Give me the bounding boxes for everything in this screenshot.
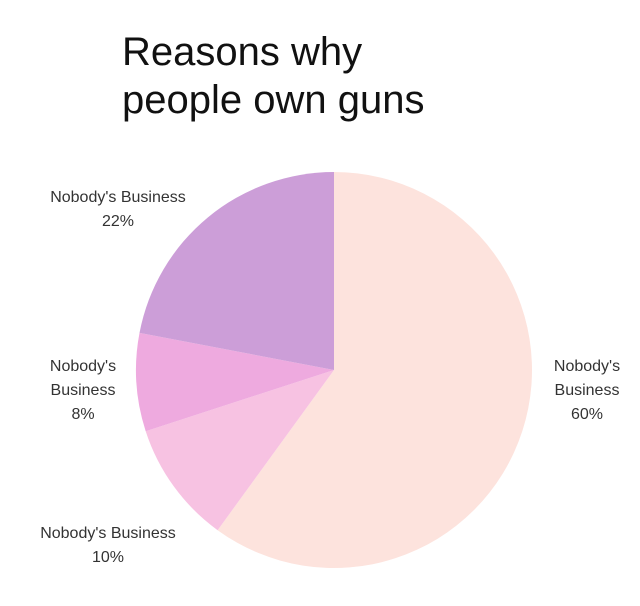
slice-label-8-value: 8%: [71, 406, 95, 423]
slice-label-22-line-1: Nobody's Business: [50, 189, 186, 206]
slice-label-22: Nobody's Business 22%: [28, 186, 208, 234]
slice-label-8-line-2: Business: [50, 382, 116, 399]
slice-label-60: Nobody's Business 60%: [532, 355, 640, 427]
slice-label-10-line-1: Nobody's Business: [40, 525, 176, 542]
slice-label-8-line-1: Nobody's: [49, 358, 117, 375]
slice-label-60-value: 60%: [570, 406, 604, 423]
pie-chart: [136, 172, 532, 568]
slice-label-60-line-1: Nobody's: [553, 358, 621, 375]
slice-label-10-value: 10%: [91, 549, 125, 566]
slice-label-8: Nobody's Business 8%: [28, 355, 138, 427]
slice-label-60-line-2: Business: [554, 382, 620, 399]
slice-label-10: Nobody's Business 10%: [18, 522, 198, 570]
slice-label-22-value: 22%: [101, 213, 135, 230]
